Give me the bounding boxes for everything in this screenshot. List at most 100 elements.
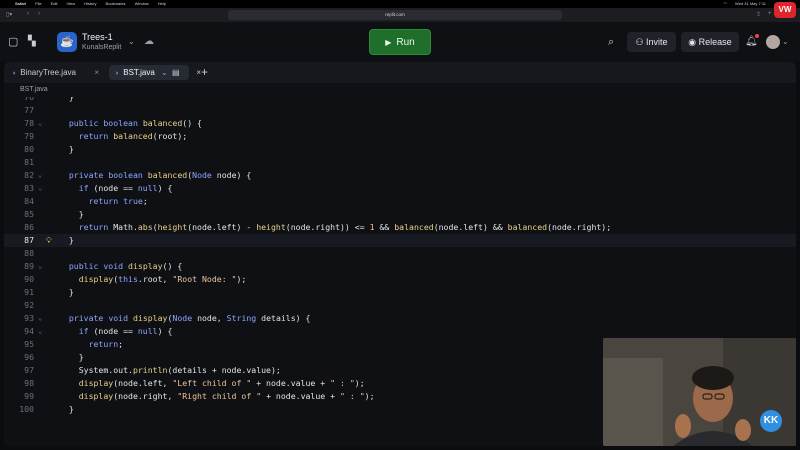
code-text: }	[59, 209, 84, 219]
code-line[interactable]: 85 }	[4, 208, 796, 221]
code-line[interactable]: 82 ⌄ private boolean balanced(Node node) …	[4, 169, 796, 182]
mac-status-area: ◠ Wed 31 May 7:11	[724, 0, 766, 8]
code-line[interactable]: 92	[4, 299, 796, 312]
line-number: 82	[24, 170, 34, 180]
line-number: 88	[24, 248, 34, 258]
fold-chevron-icon[interactable]: ⌄	[38, 325, 42, 338]
new-tab-icon[interactable]: +	[768, 11, 772, 17]
line-number: 90	[24, 274, 34, 284]
line-number: 81	[24, 157, 34, 167]
release-icon: ◉	[688, 37, 697, 47]
code-line[interactable]: 86 return Math.abs(height(node.left) - h…	[4, 221, 796, 234]
java-file-icon: ◗	[12, 70, 17, 77]
code-line[interactable]: 94 ⌄ if (node == null) {	[4, 325, 796, 338]
code-line[interactable]: 79 return balanced(root);	[4, 130, 796, 143]
line-number: 89	[24, 261, 34, 271]
code-text: if (node == null) {	[78, 326, 173, 336]
repl-title[interactable]: Trees-1	[82, 32, 113, 42]
mac-menu-item[interactable]: File	[35, 0, 41, 8]
code-line[interactable]: 77	[4, 104, 796, 117]
code-line[interactable]: 87 💡︎ }	[4, 234, 796, 247]
mac-clock[interactable]: Wed 31 May 7:11	[735, 0, 766, 8]
line-number: 79	[24, 131, 34, 141]
user-avatar[interactable]	[766, 35, 780, 49]
tab-bst-java[interactable]: ◗ BST.java ⌄ ▤ ×	[109, 65, 201, 80]
cloud-status-icon[interactable]: ☁	[144, 34, 154, 50]
fold-chevron-icon[interactable]: ⌄	[38, 169, 42, 182]
line-number: 87	[24, 235, 34, 245]
invite-button[interactable]: ⚇ Invite	[627, 32, 676, 52]
replit-logo-icon[interactable]: ▚	[28, 34, 36, 50]
code-text: }	[59, 287, 74, 297]
code-line[interactable]: 83 ⌄ if (node == null) {	[4, 182, 796, 195]
browser-toolbar: ▯▾ ‹ › replit.com ⇪ + ▣	[0, 8, 800, 22]
line-number: 83	[24, 183, 34, 193]
code-line[interactable]: 91 }	[4, 286, 796, 299]
tab-label: BinaryTree.java	[20, 68, 76, 77]
mac-menu-item[interactable]: Help	[158, 0, 166, 8]
code-text: return true;	[88, 196, 148, 206]
code-line[interactable]: 78 ⌄ public boolean balanced() {	[4, 117, 796, 130]
mac-menu-item[interactable]: Edit	[51, 0, 58, 8]
fold-chevron-icon[interactable]: ⌄	[38, 260, 42, 273]
line-number: 76	[24, 97, 34, 102]
mac-menu-item[interactable]: Safari	[15, 0, 26, 8]
sidebar-toggle-icon[interactable]: ▯▾	[6, 11, 12, 18]
chevron-down-icon[interactable]: ⌄	[128, 34, 135, 50]
release-button[interactable]: ◉ Release	[681, 32, 739, 52]
replit-header: ▢ ▚ ☕ Trees-1 KunalsReplit ⌄ ☁ ▶ Run ⌕ ⚇ …	[0, 22, 800, 62]
line-number: 80	[24, 144, 34, 154]
code-text: private boolean balanced(Node node) {	[68, 170, 252, 180]
url-text: replit.com	[385, 12, 405, 17]
fold-chevron-icon[interactable]: ⌄	[38, 182, 42, 195]
code-text: }	[59, 352, 84, 362]
chevron-down-icon[interactable]: ⌄	[161, 65, 168, 80]
code-line[interactable]: 80 }	[4, 143, 796, 156]
line-number: 85	[24, 209, 34, 219]
vw-badge: VW	[774, 2, 796, 18]
mac-menu-item[interactable]: Window	[135, 0, 149, 8]
code-line[interactable]: 81	[4, 156, 796, 169]
search-icon[interactable]: ⌕	[608, 34, 614, 50]
avatar-chevron-icon[interactable]: ⌄	[782, 34, 789, 50]
add-tab-icon[interactable]: +	[201, 64, 208, 80]
java-file-icon: ◗	[115, 70, 120, 77]
code-text: public void display() {	[68, 261, 183, 271]
fold-chevron-icon[interactable]: ⌄	[38, 117, 42, 130]
add-user-icon: ⚇	[635, 37, 644, 47]
code-text: display(this.root, "Root Node: ");	[78, 274, 247, 284]
share-icon[interactable]: ⇪	[756, 11, 761, 18]
mac-menu-item[interactable]: View	[66, 0, 75, 8]
tab-binarytree-java[interactable]: ◗ BinaryTree.java ×	[6, 65, 103, 80]
forward-icon[interactable]: ›	[38, 11, 40, 17]
close-icon[interactable]: ×	[94, 65, 99, 80]
macos-menu-bar: Safari File Edit View History Bookmarks Window…	[0, 0, 800, 8]
line-number: 98	[24, 378, 34, 388]
sidebar-panel-icon[interactable]: ▢	[8, 34, 18, 50]
line-number: 94	[24, 326, 34, 336]
line-number: 95	[24, 339, 34, 349]
mac-menu-item[interactable]: History	[84, 0, 96, 8]
line-number: 78	[24, 118, 34, 128]
back-icon[interactable]: ‹	[27, 11, 29, 17]
line-number: 97	[24, 365, 34, 375]
lightbulb-icon[interactable]: 💡︎	[46, 234, 52, 247]
code-line[interactable]: 93 ⌄ private void display(Node node, Stri…	[4, 312, 796, 325]
run-label: Run	[396, 37, 415, 48]
wifi-icon[interactable]: ◠	[724, 0, 728, 8]
line-number: 93	[24, 313, 34, 323]
line-number: 86	[24, 222, 34, 232]
code-line[interactable]: 84 return true;	[4, 195, 796, 208]
run-button[interactable]: ▶ Run	[369, 29, 431, 55]
breadcrumb-file[interactable]: BST.java	[20, 86, 48, 93]
code-line[interactable]: 89 ⌄ public void display() {	[4, 260, 796, 273]
address-bar[interactable]: replit.com	[228, 10, 562, 20]
mac-menu-item[interactable]: Bookmarks	[106, 0, 126, 8]
code-text: }	[59, 144, 74, 154]
code-line[interactable]: 88	[4, 247, 796, 260]
code-line[interactable]: 90 display(this.root, "Root Node: ");	[4, 273, 796, 286]
code-line[interactable]: 76 }	[4, 97, 796, 104]
fold-chevron-icon[interactable]: ⌄	[38, 312, 42, 325]
file-outline-icon[interactable]: ▤	[172, 65, 180, 80]
code-text: return balanced(root);	[78, 131, 188, 141]
